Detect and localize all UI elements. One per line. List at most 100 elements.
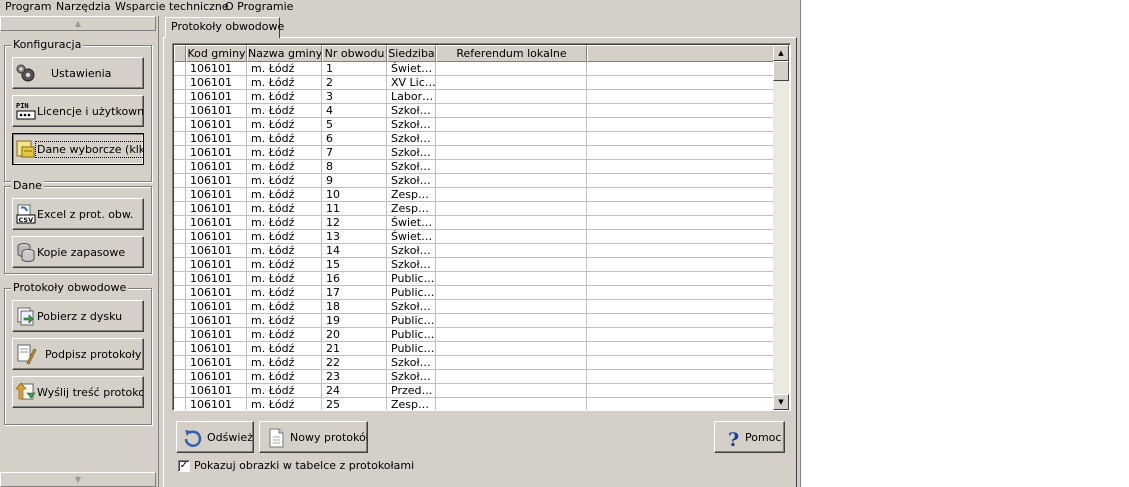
row-indicator [174, 174, 186, 188]
table-row[interactable]: 106101 m. Łódź 21 Public… [174, 342, 775, 356]
menu-wsparcie-techniczne[interactable]: Wsparcie techniczne [115, 0, 229, 15]
row-indicator [174, 230, 186, 244]
table-row[interactable]: 106101 m. Łódź 13 Świet… [174, 230, 775, 244]
scroll-thumb[interactable] [773, 61, 789, 81]
column-header-nr-obwodu[interactable]: Nr obwodu [322, 45, 387, 62]
table-row[interactable]: 106101 m. Łódź 6 Szkoł… [174, 132, 775, 146]
cell-siedziba: Public… [387, 314, 436, 328]
backups-button[interactable]: Kopie zapasowe [12, 236, 144, 268]
cell-referendum-lokalne [436, 202, 587, 216]
row-filler [587, 90, 775, 104]
cell-nazwa-gminy: m. Łódź [247, 300, 322, 314]
cell-nr-obwodu: 6 [322, 132, 387, 146]
row-indicator [174, 328, 186, 342]
table-row[interactable]: 106101 m. Łódź 5 Szkoł… [174, 118, 775, 132]
table-row[interactable]: 106101 m. Łódź 18 Szkoł… [174, 300, 775, 314]
table-row[interactable]: 106101 m. Łódź 23 Szkoł… [174, 370, 775, 384]
sign-protocols-button[interactable]: Podpisz protokoły [12, 338, 144, 370]
cell-nr-obwodu: 10 [322, 188, 387, 202]
table-row[interactable]: 106101 m. Łódź 3 Labor… [174, 90, 775, 104]
table-row[interactable]: 106101 m. Łódź 9 Szkoł… [174, 174, 775, 188]
load-from-disk-button[interactable]: Pobierz z dysku [12, 300, 144, 332]
cell-siedziba: Świet… [387, 230, 436, 244]
row-indicator [174, 216, 186, 230]
row-indicator [174, 370, 186, 384]
help-icon: ? [728, 429, 739, 449]
licenses-users-button[interactable]: PIN Licencje i użytkownicy [12, 95, 144, 127]
scroll-down-arrow[interactable]: ▼ [773, 394, 789, 410]
table-row[interactable]: 106101 m. Łódź 11 Zesp… [174, 202, 775, 216]
cell-referendum-lokalne [436, 90, 587, 104]
sign-protocols-label: Podpisz protokoły [45, 348, 142, 361]
tab-protokoly-obwodowe[interactable]: Protokoły obwodowe [165, 17, 284, 38]
cell-referendum-lokalne [436, 216, 587, 230]
protocols-table[interactable]: Kod gminy Nazwa gminy Nr obwodu Siedziba… [172, 43, 791, 411]
table-row[interactable]: 106101 m. Łódź 4 Szkoł… [174, 104, 775, 118]
column-header-nazwa-gminy[interactable]: Nazwa gminy [247, 45, 322, 62]
table-row[interactable]: 106101 m. Łódź 16 Public… [174, 272, 775, 286]
table-row[interactable]: 106101 m. Łódź 25 Zesp… [174, 398, 775, 410]
cell-referendum-lokalne [436, 230, 587, 244]
table-row[interactable]: 106101 m. Łódź 22 Szkoł… [174, 356, 775, 370]
table-row[interactable]: 106101 m. Łódź 8 Szkoł… [174, 160, 775, 174]
excel-export-button[interactable]: CSV Excel z prot. obw. [12, 198, 144, 230]
row-indicator [174, 118, 186, 132]
excel-export-label: Excel z prot. obw. [37, 208, 134, 221]
cell-siedziba: Zesp… [387, 188, 436, 202]
row-indicator [174, 384, 186, 398]
table-row[interactable]: 106101 m. Łódź 17 Public… [174, 286, 775, 300]
table-row[interactable]: 106101 m. Łódź 20 Public… [174, 328, 775, 342]
table-row[interactable]: 106101 m. Łódź 2 XV Lic… [174, 76, 775, 90]
cell-siedziba: Szkoł… [387, 118, 436, 132]
cell-nr-obwodu: 21 [322, 342, 387, 356]
send-protocols-button[interactable]: Wyślij treść protokołów [12, 376, 144, 408]
cell-siedziba: Szkoł… [387, 258, 436, 272]
cell-nazwa-gminy: m. Łódź [247, 258, 322, 272]
scroll-up-arrow[interactable]: ▲ [773, 45, 789, 61]
column-header-kod-gminy[interactable]: Kod gminy [186, 45, 247, 62]
group-dane: Dane CSV Excel z prot. obw. Kopie zapaso [4, 179, 152, 274]
cell-kod-gminy: 106101 [186, 132, 247, 146]
cell-kod-gminy: 106101 [186, 90, 247, 104]
cell-kod-gminy: 106101 [186, 342, 247, 356]
table-row[interactable]: 106101 m. Łódź 24 Przed… [174, 384, 775, 398]
table-row[interactable]: 106101 m. Łódź 15 Szkoł… [174, 258, 775, 272]
refresh-button[interactable]: Odśwież [176, 421, 254, 453]
group-protokoly-obwodowe: Protokoły obwodowe Pobierz z dysku Podpi… [4, 281, 152, 425]
column-header-siedziba[interactable]: Siedziba [387, 45, 436, 62]
menu-o-programie[interactable]: O Programie [225, 0, 293, 15]
menu-program[interactable]: Program [5, 0, 51, 15]
table-row[interactable]: 106101 m. Łódź 12 Świet… [174, 216, 775, 230]
licenses-users-label: Licencje i użytkownicy [37, 105, 144, 118]
cell-nazwa-gminy: m. Łódź [247, 244, 322, 258]
cell-kod-gminy: 106101 [186, 384, 247, 398]
table-row[interactable]: 106101 m. Łódź 1 Świet… [174, 62, 775, 76]
cell-siedziba: Public… [387, 272, 436, 286]
menu-narzedzia[interactable]: Narzędzia [56, 0, 111, 15]
table-vertical-scrollbar[interactable]: ▲ ▼ [773, 45, 789, 410]
scroll-up-button[interactable]: ▲ [0, 16, 156, 31]
cell-siedziba: Szkoł… [387, 356, 436, 370]
table-row[interactable]: 106101 m. Łódź 10 Zesp… [174, 188, 775, 202]
cell-nazwa-gminy: m. Łódź [247, 398, 322, 410]
scroll-down-button[interactable]: ▼ [0, 472, 156, 487]
table-row[interactable]: 106101 m. Łódź 7 Szkoł… [174, 146, 775, 160]
settings-button[interactable]: Ustawienia [12, 57, 144, 89]
group-title: Dane [11, 179, 44, 193]
row-filler [587, 146, 775, 160]
cell-referendum-lokalne [436, 356, 587, 370]
cell-kod-gminy: 106101 [186, 216, 247, 230]
cell-nazwa-gminy: m. Łódź [247, 328, 322, 342]
table-row[interactable]: 106101 m. Łódź 14 Szkoł… [174, 244, 775, 258]
table-row[interactable]: 106101 m. Łódź 19 Public… [174, 314, 775, 328]
cell-nr-obwodu: 22 [322, 356, 387, 370]
new-protocol-button[interactable]: Nowy protokół [259, 421, 368, 453]
cell-kod-gminy: 106101 [186, 314, 247, 328]
cell-nazwa-gminy: m. Łódź [247, 216, 322, 230]
show-images-checkbox[interactable]: ✓ [178, 460, 190, 472]
cell-nazwa-gminy: m. Łódź [247, 90, 322, 104]
election-data-button[interactable]: Dane wyborcze (klk) [12, 133, 144, 165]
help-button[interactable]: ? Pomoc [714, 421, 785, 453]
cell-kod-gminy: 106101 [186, 62, 247, 76]
column-header-referendum-lokalne[interactable]: Referendum lokalne [436, 45, 587, 62]
